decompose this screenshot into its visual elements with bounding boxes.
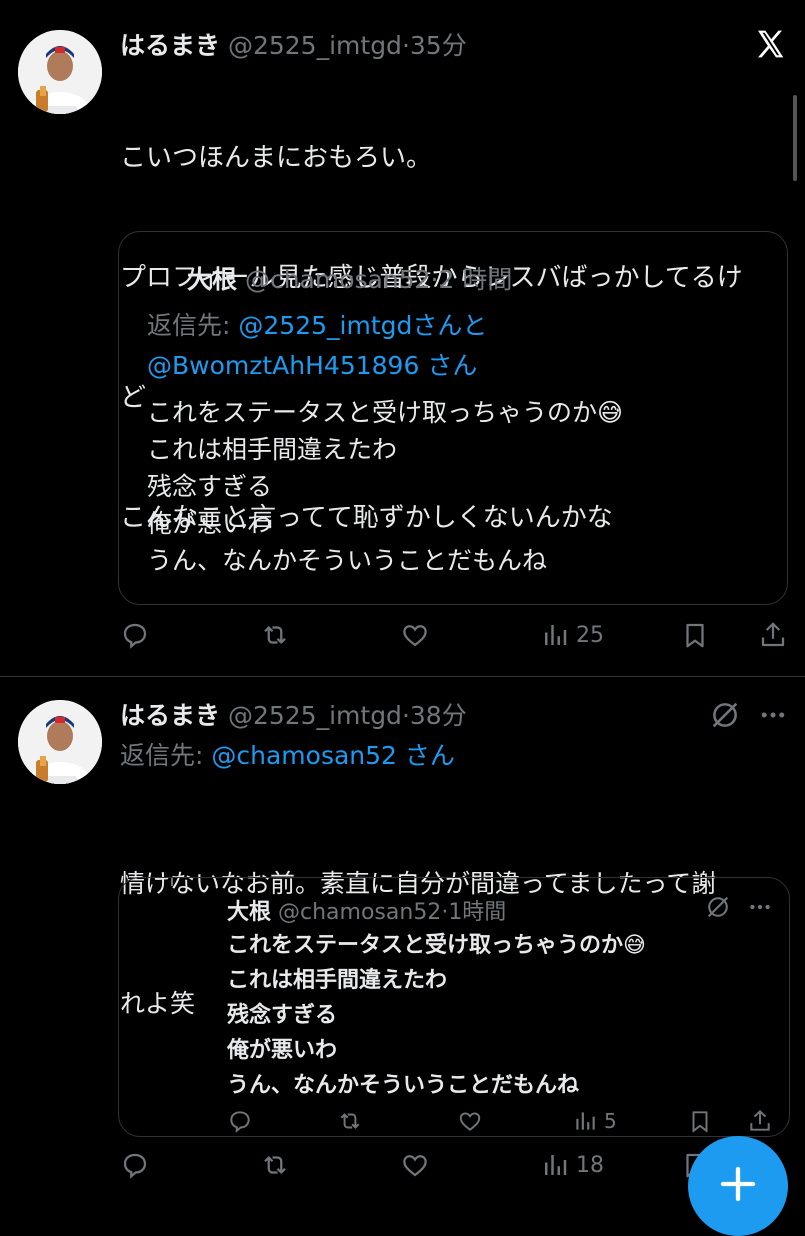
quote-handle: @chamosan52	[244, 265, 431, 294]
more-button[interactable]	[758, 698, 788, 736]
quoted-tweet[interactable]: 大根 @chamosan52·1時間 これをステータスと受け取っちゃうのか😅 こ…	[118, 877, 790, 1137]
reply-icon	[230, 1111, 250, 1133]
quoted-tweet[interactable]: 大根 @chamosan52·2 時間 返信先: @2525_imtgdさんと …	[118, 231, 788, 605]
view-count: 18	[576, 1152, 604, 1178]
x-logo-icon	[758, 30, 784, 58]
grok-icon	[707, 896, 729, 918]
views-button[interactable]: 25	[540, 620, 604, 650]
quote-line: 俺が悪いわ	[227, 1038, 338, 1063]
retweet-icon	[264, 1156, 286, 1174]
reply-prefix: 返信先:	[147, 311, 231, 340]
grok-icon	[712, 702, 738, 728]
quote-line: これをステータスと受け取っちゃうのか😅	[147, 398, 624, 427]
views-icon	[545, 1155, 567, 1175]
quote-reply-context: 返信先: @2525_imtgdさんと @BwomztAhH451896 さん	[147, 306, 487, 386]
grok-button[interactable]	[708, 698, 742, 736]
reply-mention-link[interactable]: @2525_imtgd	[238, 311, 412, 340]
bookmark-button[interactable]	[680, 620, 710, 650]
quote-views-button[interactable]: 5	[572, 1108, 617, 1134]
tweet-header: はるまき @2525_imtgd·38分	[120, 701, 467, 730]
quote-timestamp: 1時間	[448, 900, 507, 925]
views-button[interactable]: 18	[540, 1150, 604, 1180]
quote-view-count: 5	[604, 1109, 617, 1133]
quote-line: うん、なんかそういうことだもんね	[147, 546, 548, 575]
scroll-indicator	[793, 95, 797, 181]
user-handle[interactable]: @2525_imtgd	[228, 701, 402, 730]
retweet-button[interactable]	[260, 1150, 290, 1180]
quote-line: うん、なんかそういうことだもんね	[227, 1073, 580, 1098]
quote-header: 大根 @chamosan52·1時間	[227, 900, 507, 925]
reply-mention-link[interactable]: @BwomztAhH451896	[147, 351, 419, 380]
tweet-divider	[0, 676, 805, 677]
quote-text: これをステータスと受け取っちゃうのか😅 これは相手間違えたわ 残念すぎる 俺が悪…	[147, 394, 623, 579]
quote-retweet-button[interactable]	[337, 1108, 363, 1134]
like-icon	[403, 625, 427, 647]
reply-context: 返信先: @chamosan52 さん	[120, 736, 455, 772]
action-bar: 25	[118, 620, 798, 660]
quote-more-button[interactable]	[747, 893, 773, 925]
quote-display-name: 大根	[227, 900, 272, 925]
quote-action-bar: 5	[227, 1108, 787, 1136]
share-button[interactable]	[758, 620, 788, 650]
reply-prefix: 返信先:	[120, 741, 204, 770]
quote-line: これをステータスと受け取っちゃうのか😅	[227, 933, 646, 958]
display-name[interactable]: はるまき	[120, 701, 220, 730]
avatar[interactable]	[18, 30, 102, 114]
reply-button[interactable]	[120, 1150, 150, 1180]
view-count: 25	[576, 622, 604, 648]
retweet-icon	[340, 1113, 360, 1129]
quote-line: 残念すぎる	[147, 472, 273, 501]
avatar[interactable]	[18, 700, 102, 784]
quote-line: これは相手間違えたわ	[147, 435, 398, 464]
compose-icon	[720, 1166, 756, 1202]
like-icon	[459, 1112, 481, 1131]
user-handle[interactable]: @2525_imtgd	[228, 31, 402, 60]
tweet-header: はるまき @2525_imtgd·35分	[120, 31, 467, 60]
tweet-2[interactable]: はるまき @2525_imtgd·38分 返信先: @chamosan52 さん…	[0, 680, 805, 1200]
quote-like-button[interactable]	[457, 1108, 483, 1134]
display-name[interactable]: はるまき	[120, 31, 220, 60]
quote-line: 残念すぎる	[227, 1003, 338, 1028]
quote-handle: @chamosan52	[278, 900, 442, 925]
like-icon	[403, 1155, 427, 1177]
bookmark-icon	[686, 623, 704, 648]
avatar-image	[18, 30, 102, 114]
quote-line: 俺が悪いわ	[147, 509, 273, 538]
more-icon	[761, 712, 785, 718]
reply-icon	[123, 1153, 147, 1179]
like-button[interactable]	[400, 1150, 430, 1180]
tweet-1[interactable]: はるまき @2525_imtgd·35分 こいつほんまにおもろい。 プロフィール…	[0, 0, 805, 676]
reply-mention-link[interactable]: @chamosan52	[211, 741, 397, 770]
retweet-button[interactable]	[260, 620, 290, 650]
tweet-line: こいつほんまにおもろい。	[120, 143, 433, 173]
reply-icon	[123, 623, 147, 649]
thread-connector	[171, 878, 173, 886]
reply-suffix: さん	[427, 351, 478, 380]
quote-timestamp: 2 時間	[438, 265, 513, 294]
avatar-image	[18, 700, 102, 784]
share-icon	[750, 1109, 770, 1131]
more-icon	[750, 904, 770, 910]
reply-button[interactable]	[120, 620, 150, 650]
bookmark-icon	[692, 1111, 708, 1133]
quote-share-button[interactable]	[747, 1108, 773, 1134]
retweet-icon	[264, 626, 286, 644]
timestamp[interactable]: 35分	[410, 31, 467, 60]
quote-text: これをステータスと受け取っちゃうのか😅 これは相手間違えたわ 残念すぎる 俺が悪…	[227, 928, 646, 1103]
like-button[interactable]	[400, 620, 430, 650]
quote-reply-button[interactable]	[227, 1108, 253, 1134]
views-icon	[576, 1112, 595, 1130]
views-icon	[545, 625, 567, 645]
reply-suffix: さん	[404, 741, 455, 770]
quote-bookmark-button[interactable]	[687, 1108, 713, 1134]
quote-header: 大根 @chamosan52·2 時間	[187, 265, 513, 294]
share-icon	[761, 622, 785, 647]
quote-grok-button[interactable]	[704, 893, 732, 925]
quote-display-name: 大根	[187, 265, 238, 294]
compose-button[interactable]	[688, 1136, 788, 1236]
reply-mid-text: さんと	[412, 311, 488, 340]
timestamp[interactable]: 38分	[410, 701, 467, 730]
quote-line: これは相手間違えたわ	[227, 968, 448, 993]
